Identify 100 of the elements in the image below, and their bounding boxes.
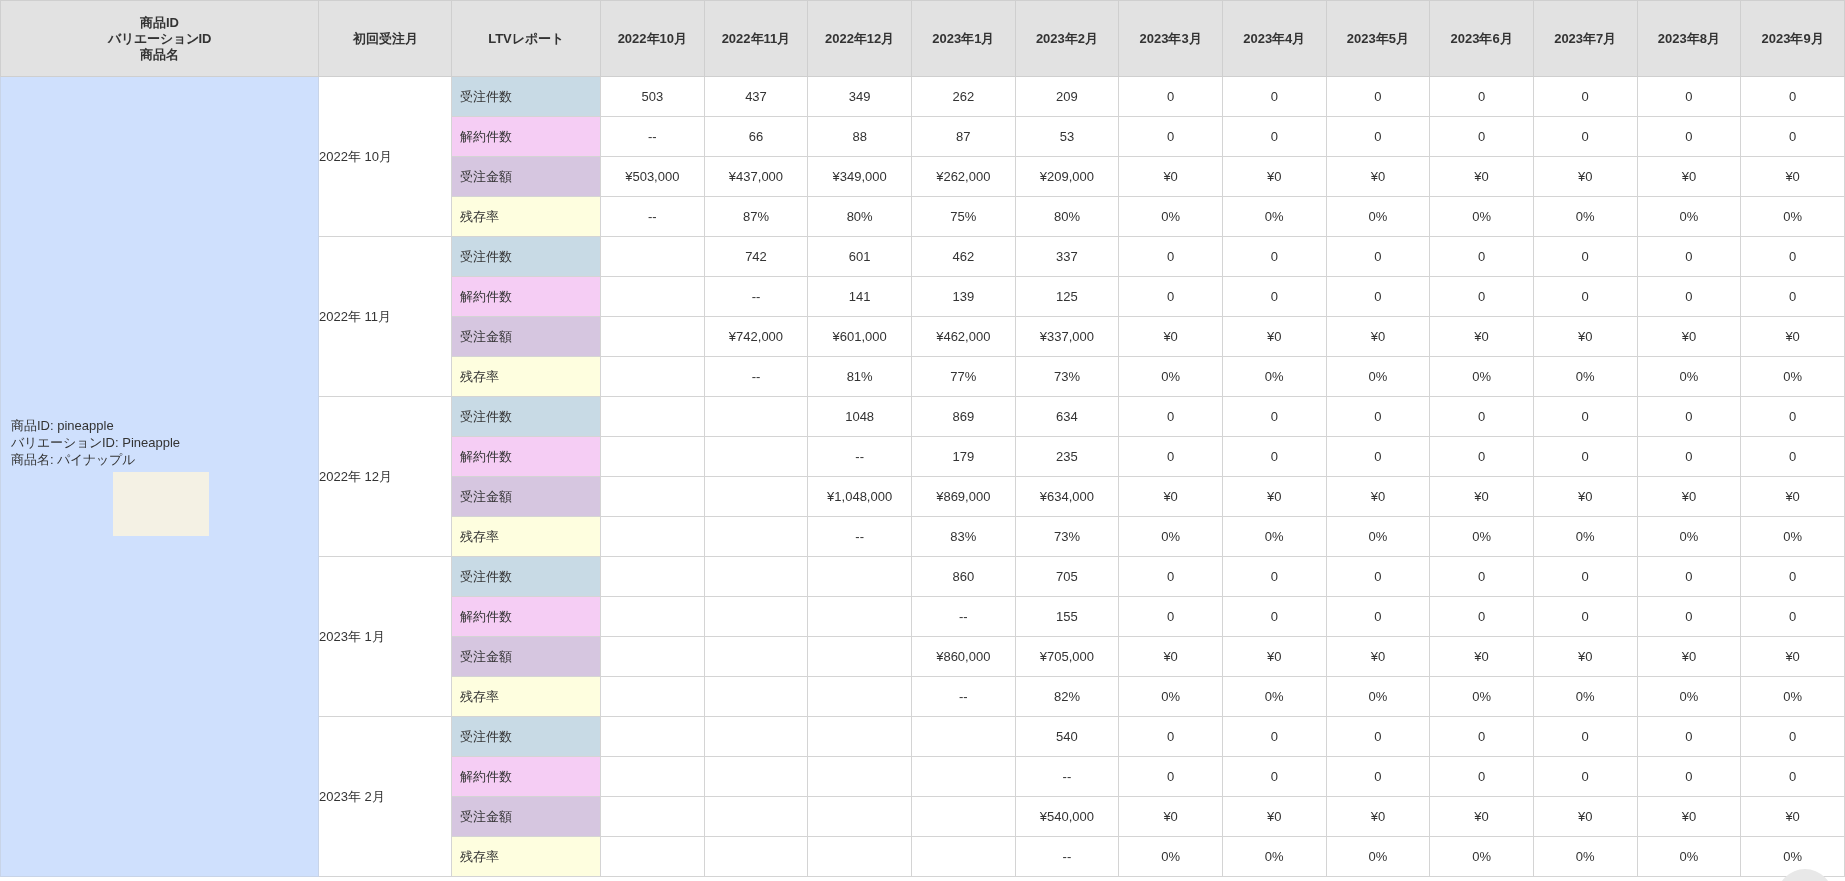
table-cell: ¥0 (1118, 156, 1223, 197)
table-cell: 0% (1740, 676, 1845, 717)
table-cell: 0 (1429, 236, 1534, 277)
table-cell: 0% (1429, 676, 1534, 717)
table-cell: ¥262,000 (911, 156, 1016, 197)
table-cell: 0 (1533, 76, 1638, 117)
table-cell: 81% (807, 356, 912, 397)
table-cell: ¥0 (1429, 316, 1534, 357)
column-header: 2023年7月 (1533, 0, 1638, 77)
table-cell: 0 (1429, 276, 1534, 317)
table-cell: 0 (1326, 276, 1430, 317)
table-cell: 0% (1326, 356, 1430, 397)
cohort-month-cell: 2022年 12月 (318, 396, 452, 557)
table-cell: 0 (1740, 276, 1845, 317)
table-cell: 209 (1015, 76, 1119, 117)
table-cell: 0 (1429, 436, 1534, 477)
table-cell: ¥0 (1118, 476, 1223, 517)
table-cell: 0 (1326, 236, 1430, 277)
table-cell: 462 (911, 236, 1016, 277)
table-cell: 141 (807, 276, 912, 317)
metric-label-cell: 受注金額 (451, 636, 601, 677)
table-cell: 0 (1429, 556, 1534, 597)
table-cell: ¥0 (1533, 636, 1638, 677)
table-cell: -- (600, 116, 705, 157)
table-cell: -- (600, 196, 705, 237)
table-cell: ¥0 (1118, 316, 1223, 357)
metric-label-cell: 受注金額 (451, 316, 601, 357)
table-cell: ¥337,000 (1015, 316, 1119, 357)
table-cell: 0 (1222, 396, 1327, 437)
table-cell: 0 (1118, 276, 1223, 317)
table-cell: 88 (807, 116, 912, 157)
table-cell: 0 (1637, 596, 1741, 637)
table-cell: -- (704, 356, 808, 397)
table-cell: ¥0 (1637, 796, 1741, 837)
column-header: 2023年1月 (911, 0, 1016, 77)
table-cell: ¥209,000 (1015, 156, 1119, 197)
table-cell: 66 (704, 116, 808, 157)
table-cell: 0 (1429, 756, 1534, 797)
table-cell: ¥0 (1533, 796, 1638, 837)
table-cell: 503 (600, 76, 705, 117)
column-header: LTVレポート (451, 0, 601, 77)
table-cell: 0 (1740, 716, 1845, 757)
table-cell: 0% (1222, 516, 1327, 557)
metric-label-cell: 残存率 (451, 836, 601, 877)
table-cell: 0% (1429, 356, 1534, 397)
table-cell: 0 (1326, 556, 1430, 597)
table-cell: -- (704, 276, 808, 317)
metric-label-cell: 受注金額 (451, 796, 601, 837)
column-header: 2023年5月 (1326, 0, 1430, 77)
table-cell: 0% (1429, 196, 1534, 237)
metric-label-cell: 解約件数 (451, 596, 601, 637)
table-cell: ¥601,000 (807, 316, 912, 357)
table-cell: 77% (911, 356, 1016, 397)
table-cell: ¥0 (1222, 796, 1327, 837)
table-cell: 0% (1118, 676, 1223, 717)
table-cell: 0 (1740, 436, 1845, 477)
table-cell: 0 (1533, 556, 1638, 597)
metric-label-cell: 受注件数 (451, 556, 601, 597)
table-cell: 0 (1637, 436, 1741, 477)
table-cell: 0 (1533, 116, 1638, 157)
table-cell: 0% (1326, 676, 1430, 717)
table-cell: 83% (911, 516, 1016, 557)
metric-label-cell: 解約件数 (451, 436, 601, 477)
table-cell: ¥0 (1740, 636, 1845, 677)
table-cell: 0% (1740, 196, 1845, 237)
table-cell: 235 (1015, 436, 1119, 477)
table-cell: 0 (1637, 276, 1741, 317)
table-cell: 0% (1429, 836, 1534, 877)
column-header: 初回受注月 (318, 0, 452, 77)
cohort-month-cell: 2023年 1月 (318, 556, 452, 717)
table-cell: 0 (1326, 596, 1430, 637)
table-cell: 73% (1015, 516, 1119, 557)
table-cell: ¥540,000 (1015, 796, 1119, 837)
table-cell: 0 (1326, 76, 1430, 117)
table-cell: 0 (1118, 436, 1223, 477)
column-header: 2023年4月 (1222, 0, 1327, 77)
product-info: 商品ID: pineapple (11, 417, 114, 434)
table-cell: -- (807, 436, 912, 477)
table-cell: 0 (1326, 396, 1430, 437)
table-cell: 0 (1533, 756, 1638, 797)
table-cell: ¥0 (1637, 476, 1741, 517)
table-cell: 87% (704, 196, 808, 237)
table-cell: 0 (1740, 756, 1845, 797)
cohort-month-cell: 2022年 11月 (318, 236, 452, 397)
product-info: バリエーションID: Pineapple (11, 434, 181, 451)
column-header: 2023年8月 (1637, 0, 1741, 77)
metric-label-cell: 残存率 (451, 196, 601, 237)
table-cell: 0% (1222, 676, 1327, 717)
column-header: 2023年6月 (1429, 0, 1534, 77)
table-cell: ¥0 (1429, 636, 1534, 677)
table-cell: ¥0 (1326, 316, 1430, 357)
table-cell: ¥0 (1740, 316, 1845, 357)
table-cell: 0 (1740, 556, 1845, 597)
table-cell: ¥869,000 (911, 476, 1016, 517)
table-cell: 53 (1015, 116, 1119, 157)
table-cell: 0 (1429, 596, 1534, 637)
table-cell: 0% (1118, 836, 1223, 877)
table-cell: ¥0 (1326, 156, 1430, 197)
table-cell: 0 (1222, 596, 1327, 637)
table-cell: 705 (1015, 556, 1119, 597)
